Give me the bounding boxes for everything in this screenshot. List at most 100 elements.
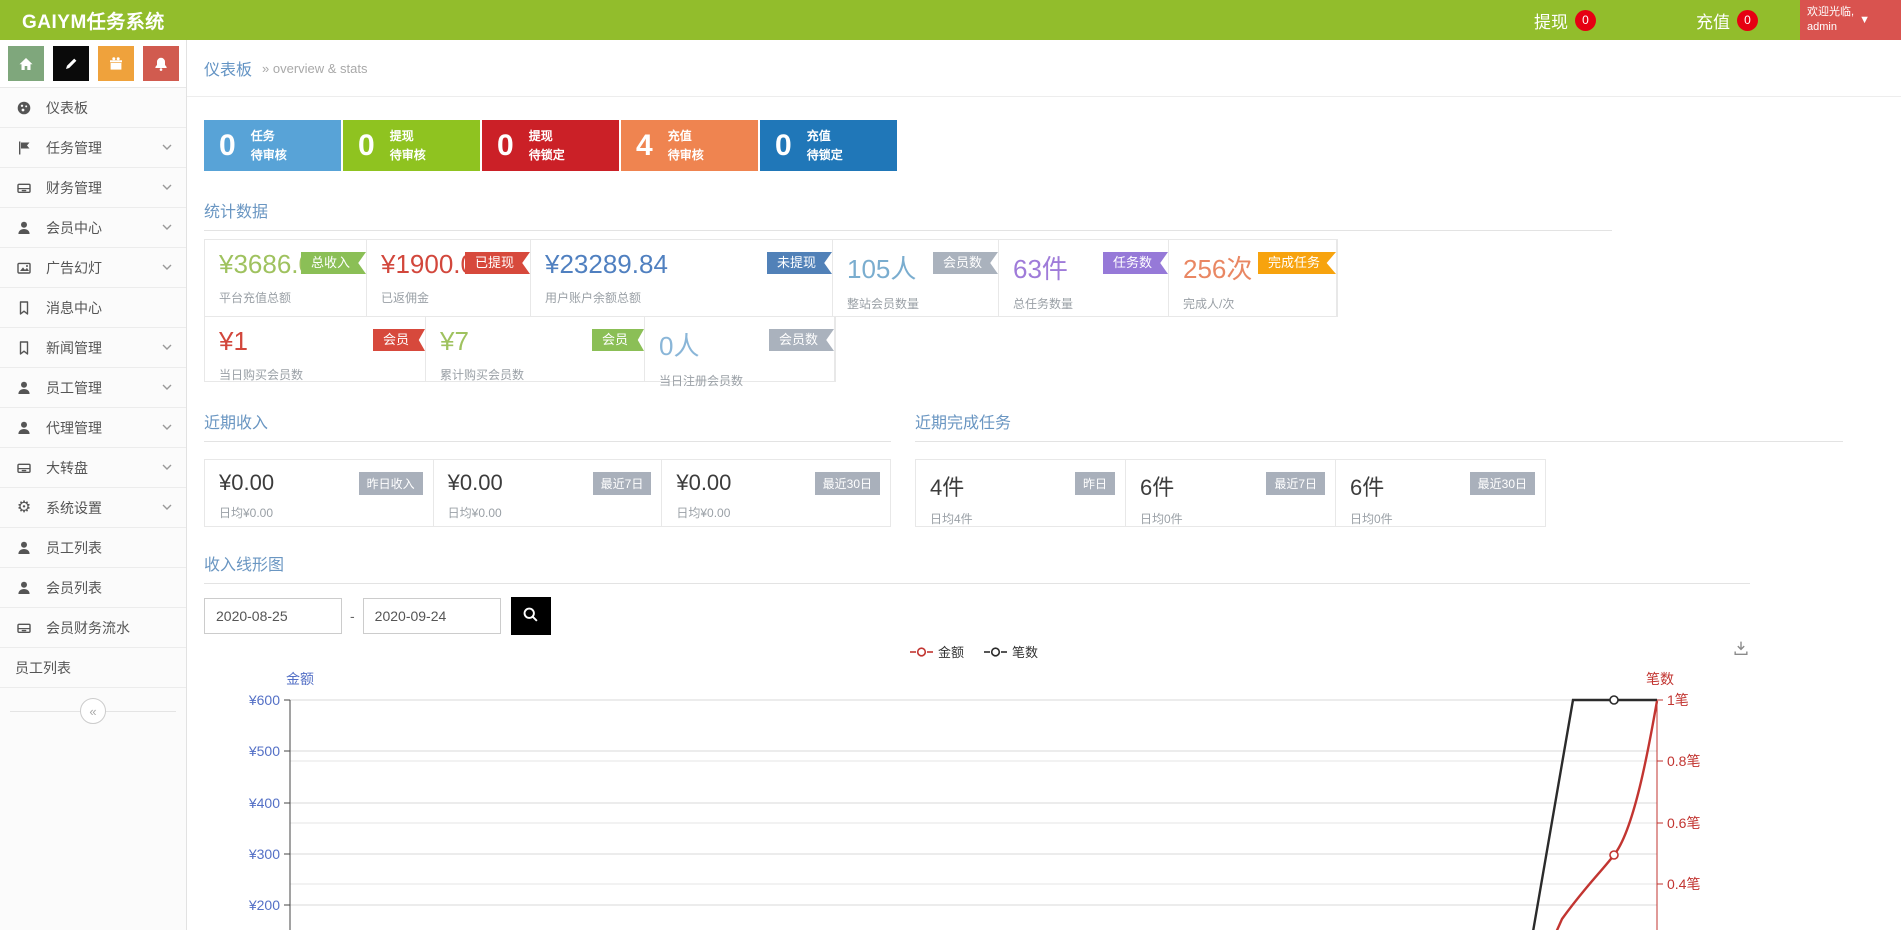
date-to-input[interactable] (363, 598, 501, 634)
summary-value: 0 (358, 129, 375, 163)
svg-text:¥300: ¥300 (248, 846, 280, 862)
legend-item-amount[interactable]: 金额 (910, 642, 964, 661)
sidebar-item-ads[interactable]: 广告幻灯 (0, 248, 186, 288)
sidebar-item-staff[interactable]: 员工管理 (0, 368, 186, 408)
recharge-label: 充值 (1696, 8, 1730, 33)
income-line-chart[interactable]: 金额 笔数 ¥600 ¥500 ¥400 ¥300 ¥200 ¥100 (204, 666, 1874, 930)
series-amount-marker (1610, 851, 1618, 859)
sidebar-item-agents[interactable]: 代理管理 (0, 408, 186, 448)
withdraw-shortcut[interactable]: 提现 0 (1534, 8, 1596, 33)
series-count-line (1520, 700, 1657, 930)
summary-boxes: 0 任务 待审核 0 提现 待审核 0 提现 待锁定 4 充值 待审核 (204, 120, 1901, 171)
stat-subtitle: 整站会员数量 (847, 295, 986, 312)
stat-subtitle: 总任务数量 (1013, 295, 1156, 312)
gridlines-left (290, 700, 1657, 930)
sidebar-item-finance[interactable]: 财务管理 (0, 168, 186, 208)
left-axis-name: 金额 (286, 671, 314, 687)
sidebar-item-dashboard[interactable]: 仪表板 (0, 88, 186, 128)
stat-today-member-buy: ¥1 会员 当日购买会员数 (205, 317, 426, 381)
stats-section: 统计数据 ¥3686.00 总收入 平台充值总额 ¥1900.00 已提现 已返… (204, 198, 1901, 382)
summary-line1: 充值 (668, 129, 692, 143)
user-icon (15, 220, 33, 236)
bookmark-icon (15, 300, 33, 316)
svg-text:¥600: ¥600 (248, 692, 280, 708)
sidebar-item-label: 员工列表 (15, 658, 71, 678)
pencil-icon[interactable] (53, 46, 89, 81)
chart-legend: 金额 笔数 (910, 642, 1038, 661)
sidebar-item-news[interactable]: 新闻管理 (0, 328, 186, 368)
bookmark-icon (15, 340, 33, 356)
admin-dropdown[interactable]: 欢迎光临, admin ▼ (1800, 0, 1901, 40)
chevron-down-icon (162, 384, 172, 391)
stat-subtitle: 当日注册会员数 (659, 372, 822, 389)
sidebar-item-member-list[interactable]: 会员列表 (0, 568, 186, 608)
sidebar-item-messages[interactable]: 消息中心 (0, 288, 186, 328)
tasks-card-7d: 6件 最近7日 日均0件 (1126, 460, 1336, 526)
svg-text:¥500: ¥500 (248, 743, 280, 759)
summary-box-withdraw-lock[interactable]: 0 提现 待锁定 (482, 120, 619, 171)
sidebar-item-tasks[interactable]: 任务管理 (0, 128, 186, 168)
sidebar-item-label: 新闻管理 (46, 338, 102, 358)
sidebar-item-label: 财务管理 (46, 178, 102, 198)
income-card-yesterday: ¥0.00 昨日收入 日均¥0.00 (205, 460, 434, 526)
drive-icon (15, 620, 33, 636)
stat-member-count: 105人 会员数 整站会员数量 (833, 240, 999, 316)
stat-unwithdrawn: ¥23289.84 未提现 用户账户余额总额 (531, 240, 833, 316)
date-from-input[interactable] (204, 598, 342, 634)
sidebar-item-label: 代理管理 (46, 418, 102, 438)
summary-box-recharge-lock[interactable]: 0 充值 待锁定 (760, 120, 897, 171)
summary-value: 0 (219, 129, 236, 163)
sidebar-item-member-finance[interactable]: 会员财务流水 (0, 608, 186, 648)
summary-box-tasks-pending[interactable]: 0 任务 待审核 (204, 120, 341, 171)
sidebar-item-wheel[interactable]: 大转盘 (0, 448, 186, 488)
bell-icon[interactable] (143, 46, 179, 81)
income-chart-section: 收入线形图 - 金额 (204, 551, 1901, 930)
card-subtitle: 日均4件 (930, 510, 1113, 527)
dashboard-icon (15, 100, 33, 116)
summary-line1: 充值 (807, 129, 831, 143)
stat-subtitle: 平台充值总额 (219, 289, 354, 306)
sidebar-item-label: 仪表板 (46, 98, 88, 118)
sidebar-item-staff-list-sub[interactable]: 员工列表 (0, 648, 186, 688)
summary-box-withdraw-review[interactable]: 0 提现 待审核 (343, 120, 480, 171)
tasks-card-yesterday: 4件 昨日 日均4件 (916, 460, 1126, 526)
legend-label: 金额 (938, 642, 964, 661)
stat-badge: 会员数 (933, 252, 998, 274)
sidebar-item-label: 会员中心 (46, 218, 102, 238)
card-badge: 昨日 (1075, 472, 1115, 495)
summary-line2: 待审核 (251, 148, 287, 162)
home-icon[interactable] (8, 46, 44, 81)
gift-icon[interactable] (98, 46, 134, 81)
stat-badge: 会员 (373, 329, 425, 351)
summary-box-recharge-review[interactable]: 4 充值 待审核 (621, 120, 758, 171)
stat-total-income: ¥3686.00 总收入 平台充值总额 (205, 240, 367, 316)
summary-line2: 待锁定 (529, 148, 565, 162)
summary-line1: 提现 (390, 129, 414, 143)
date-separator: - (350, 608, 355, 624)
legend-item-count[interactable]: 笔数 (984, 642, 1038, 661)
sidebar-item-settings[interactable]: ⚙ 系统设置 (0, 488, 186, 528)
summary-line2: 待审核 (390, 148, 426, 162)
summary-line1: 任务 (251, 129, 275, 143)
recharge-shortcut[interactable]: 充值 0 (1696, 8, 1758, 33)
card-subtitle: 日均0件 (1350, 510, 1533, 527)
stats-title: 统计数据 (204, 198, 1901, 222)
breadcrumb-current[interactable]: 仪表板 (204, 56, 252, 80)
sidebar-collapse-button[interactable]: « (80, 698, 106, 724)
svg-text:1笔: 1笔 (1667, 692, 1689, 708)
stat-task-count: 63件 任务数 总任务数量 (999, 240, 1169, 316)
right-axis-name: 笔数 (1646, 671, 1674, 687)
sidebar-item-staff-list[interactable]: 员工列表 (0, 528, 186, 568)
sidebar-menu: 仪表板 任务管理 财务管理 会员中心 广告幻灯 (0, 87, 186, 688)
sidebar-item-members[interactable]: 会员中心 (0, 208, 186, 248)
card-subtitle: 日均¥0.00 (219, 504, 421, 521)
download-icon[interactable] (1732, 640, 1750, 662)
left-tick-marks (284, 700, 290, 930)
sidebar-item-label: 广告幻灯 (46, 258, 102, 278)
app-title: GAIYM任务系统 (0, 7, 165, 34)
search-button[interactable] (511, 597, 551, 635)
date-filter: - (204, 597, 1901, 635)
stat-badge: 未提现 (767, 252, 832, 274)
summary-value: 0 (497, 129, 514, 163)
chevron-down-icon (162, 264, 172, 271)
